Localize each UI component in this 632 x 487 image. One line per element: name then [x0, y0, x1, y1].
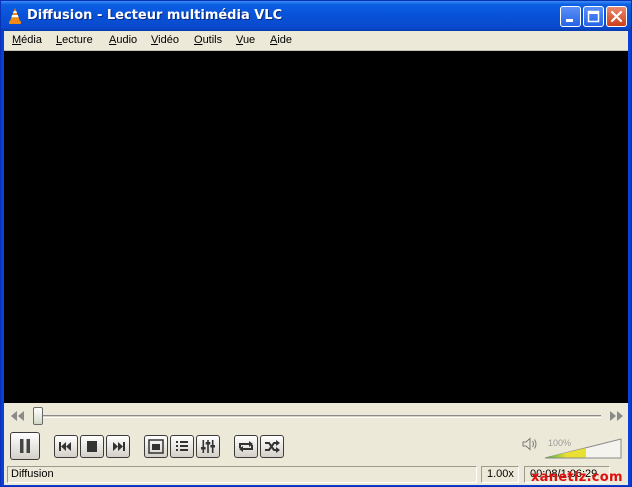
- extended-settings-button[interactable]: [196, 435, 220, 458]
- status-text: Diffusion: [7, 466, 477, 483]
- next-icon: [113, 442, 125, 451]
- stop-button[interactable]: [80, 435, 104, 458]
- video-area[interactable]: [4, 51, 628, 403]
- maximize-button[interactable]: [583, 6, 604, 27]
- volume-percentage: 100%: [548, 438, 572, 448]
- equalizer-icon: [201, 440, 215, 453]
- menu-audio[interactable]: Audio: [109, 34, 137, 46]
- menu-video[interactable]: Vidéo: [151, 34, 179, 46]
- speaker-icon[interactable]: [522, 437, 538, 451]
- pause-icon: [20, 439, 30, 453]
- previous-button[interactable]: [54, 435, 78, 458]
- title-bar[interactable]: Diffusion - Lecteur multimédia VLC: [1, 1, 631, 31]
- menu-vue[interactable]: Vue: [236, 34, 255, 46]
- seek-forward-icon[interactable]: [609, 411, 623, 421]
- close-button[interactable]: [606, 6, 627, 27]
- vlc-window: Diffusion - Lecteur multimédia VLC Média…: [0, 0, 632, 487]
- close-icon: [610, 10, 623, 23]
- previous-icon: [59, 442, 71, 451]
- playback-speed[interactable]: 1.00x: [481, 466, 519, 483]
- fullscreen-icon: [148, 439, 164, 454]
- pause-button[interactable]: [10, 432, 40, 460]
- playlist-button[interactable]: [170, 435, 194, 458]
- menu-bar: Média Lecture Audio Vidéo Outils Vue Aid…: [4, 31, 628, 51]
- client-area: Média Lecture Audio Vidéo Outils Vue Aid…: [4, 31, 628, 485]
- seek-backward-icon[interactable]: [11, 411, 25, 421]
- fullscreen-button[interactable]: [144, 435, 168, 458]
- playlist-icon: [176, 441, 188, 451]
- menu-lecture[interactable]: Lecture: [56, 34, 93, 46]
- maximize-icon: [587, 10, 600, 23]
- stop-icon: [87, 441, 97, 452]
- seek-handle[interactable]: [33, 407, 44, 425]
- menu-aide[interactable]: Aide: [270, 34, 292, 46]
- minimize-icon: [566, 19, 573, 22]
- menu-outils[interactable]: Outils: [194, 34, 222, 46]
- menu-media[interactable]: Média: [12, 34, 42, 46]
- vlc-cone-icon: [9, 8, 21, 24]
- minimize-button[interactable]: [560, 6, 581, 27]
- shuffle-icon: [265, 440, 280, 453]
- loop-button[interactable]: [234, 435, 258, 458]
- watermark: xanetiz.com: [531, 470, 623, 485]
- shuffle-button[interactable]: [260, 435, 284, 458]
- next-button[interactable]: [106, 435, 130, 458]
- loop-icon: [239, 441, 253, 452]
- window-title: Diffusion - Lecteur multimédia VLC: [27, 8, 283, 23]
- controls-panel: 100%: [4, 403, 628, 465]
- seek-bar[interactable]: [33, 415, 601, 418]
